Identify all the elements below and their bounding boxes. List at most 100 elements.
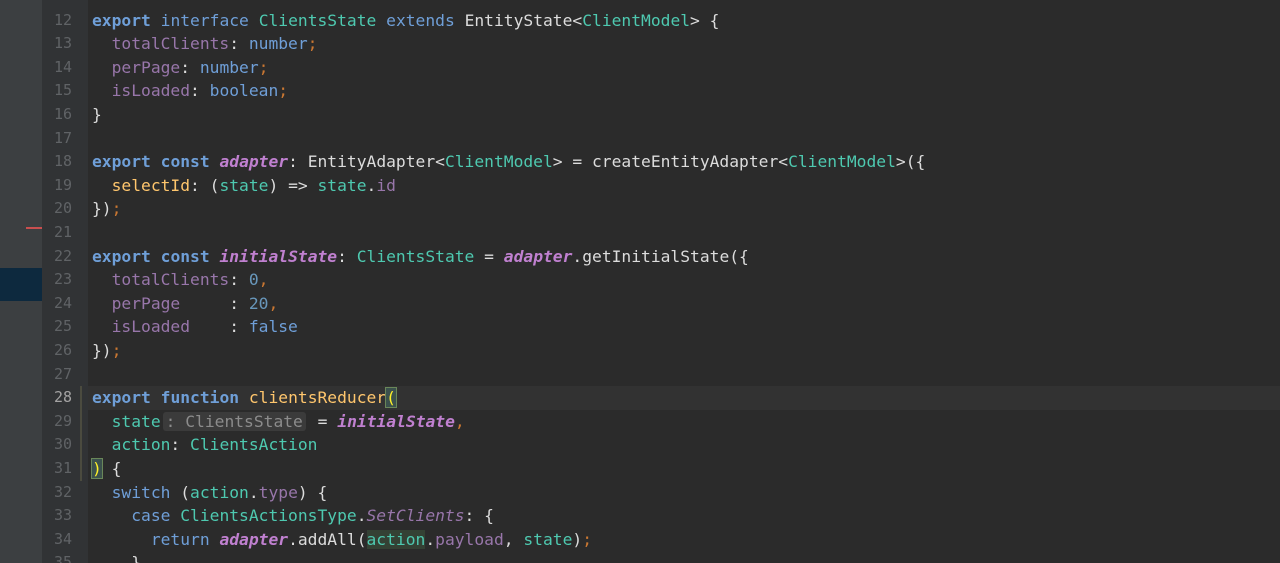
code-line[interactable]: export function clientsReducer(	[92, 386, 397, 410]
code-line[interactable]: totalClients: 0,	[92, 268, 269, 292]
code-line[interactable]: action: ClientsAction	[92, 433, 318, 457]
code-token: selectId	[92, 175, 191, 195]
code-line[interactable]: isLoaded : false	[92, 315, 298, 339]
line-number[interactable]: 25	[42, 315, 72, 339]
code-line[interactable]: return adapter.addAll(action.payload, st…	[92, 528, 592, 552]
line-number[interactable]: 14	[42, 56, 72, 80]
code-line[interactable]: export const adapter: EntityAdapter<Clie…	[92, 150, 925, 174]
code-line[interactable]: export const initialState: ClientsState …	[92, 245, 749, 269]
code-token: .	[356, 506, 367, 526]
code-token: ,	[258, 270, 269, 290]
line-number[interactable]: 32	[42, 481, 72, 505]
code-token: initialState	[337, 411, 455, 431]
code-token: adapter	[219, 529, 289, 549]
code-token: number	[199, 57, 259, 77]
line-number[interactable]: 30	[42, 433, 72, 457]
code-token: id	[376, 175, 396, 195]
line-number[interactable]: 16	[42, 103, 72, 127]
code-token: ;	[111, 341, 122, 360]
code-line[interactable]: ) {	[91, 457, 122, 481]
code-token: export	[92, 10, 151, 30]
code-token: =	[474, 246, 504, 266]
line-number[interactable]: 19	[42, 174, 72, 198]
code-editor[interactable]: 12 export interface ClientsState extends …	[0, 0, 1280, 563]
code-token: ;	[258, 57, 269, 77]
code-line[interactable]: state: ClientsState = initialState,	[92, 410, 465, 434]
line-number[interactable]: 33	[42, 504, 72, 528]
type-hint: : ClientsState	[162, 411, 306, 431]
code-token: ClientModel	[582, 10, 691, 30]
code-token: ) {	[297, 482, 328, 502]
line-number[interactable]: 13	[42, 32, 72, 56]
code-line[interactable]: perPage: number;	[92, 56, 269, 80]
line-number[interactable]: 24	[42, 292, 72, 316]
code-token: :	[229, 270, 249, 290]
code-token: case	[92, 506, 171, 526]
code-line[interactable]: isLoaded: boolean;	[92, 79, 288, 103]
line-number[interactable]: 18	[42, 150, 72, 174]
code-token: :	[229, 34, 249, 54]
code-line[interactable]: }	[92, 551, 141, 563]
bracket-scope-indicator	[80, 386, 82, 481]
code-line[interactable]: totalClients: number;	[92, 32, 318, 56]
line-number[interactable]: 22	[42, 245, 72, 269]
line-number[interactable]: 31	[42, 457, 72, 481]
line-number[interactable]: 17	[42, 127, 72, 151]
code-token: isLoaded	[92, 81, 191, 101]
code-token: ,	[454, 411, 465, 431]
code-line[interactable]: }	[92, 103, 102, 127]
code-token: ;	[278, 81, 289, 101]
line-number[interactable]: 21	[42, 221, 72, 245]
code-line[interactable]: export interface ClientsState extends En…	[92, 9, 719, 33]
code-line[interactable]: });	[92, 197, 121, 221]
code-token: > {	[690, 10, 720, 30]
code-token: clientsReducer	[248, 388, 387, 408]
code-token: SetClients	[366, 506, 465, 526]
line-number[interactable]: 15	[42, 79, 72, 103]
code-line[interactable]: selectId: (state) => state.id	[92, 174, 396, 198]
code-token: EntityAdapter	[307, 152, 436, 172]
line-number[interactable]: 20	[42, 197, 72, 221]
code-token: return	[92, 529, 210, 549]
code-token: > =	[552, 152, 592, 172]
line-number[interactable]: 28	[42, 386, 72, 410]
line-number[interactable]: 23	[42, 268, 72, 292]
code-token: switch	[92, 482, 171, 502]
line-number[interactable]: 35	[42, 551, 72, 563]
code-token: :	[229, 317, 249, 337]
code-token: : (	[190, 175, 220, 195]
code-token: )	[91, 458, 103, 479]
code-token: createEntityAdapter	[592, 152, 779, 172]
code-token: type	[258, 482, 298, 502]
code-line[interactable]: switch (action.type) {	[92, 481, 328, 505]
line-number[interactable]: 26	[42, 339, 72, 363]
line-number[interactable]: 29	[42, 410, 72, 434]
code-token: 0	[248, 270, 259, 290]
code-token: )	[572, 529, 583, 549]
code-token: ClientsAction	[190, 435, 318, 455]
line-number[interactable]: 27	[42, 363, 72, 387]
code-token: =	[307, 411, 338, 431]
code-token: state	[92, 411, 161, 431]
code-token: {	[101, 459, 122, 478]
code-token: initialState	[219, 246, 338, 266]
code-line[interactable]: perPage : 20,	[92, 292, 279, 316]
code-token: action	[92, 435, 171, 455]
code-line[interactable]: });	[92, 339, 121, 363]
code-line[interactable]: case ClientsActionsType.SetClients: {	[92, 504, 494, 528]
code-token: state	[317, 175, 367, 195]
line-number[interactable]: 34	[42, 528, 72, 552]
code-token: perPage	[92, 293, 230, 313]
code-token: .	[425, 529, 436, 549]
code-token: <	[435, 152, 445, 172]
line-number[interactable]: 12	[42, 9, 72, 33]
code-token: perPage	[92, 57, 181, 77]
code-token: export	[92, 246, 151, 266]
code-token: boolean	[209, 81, 279, 101]
code-token: ClientsState	[258, 10, 377, 30]
code-token: totalClients	[92, 270, 230, 290]
